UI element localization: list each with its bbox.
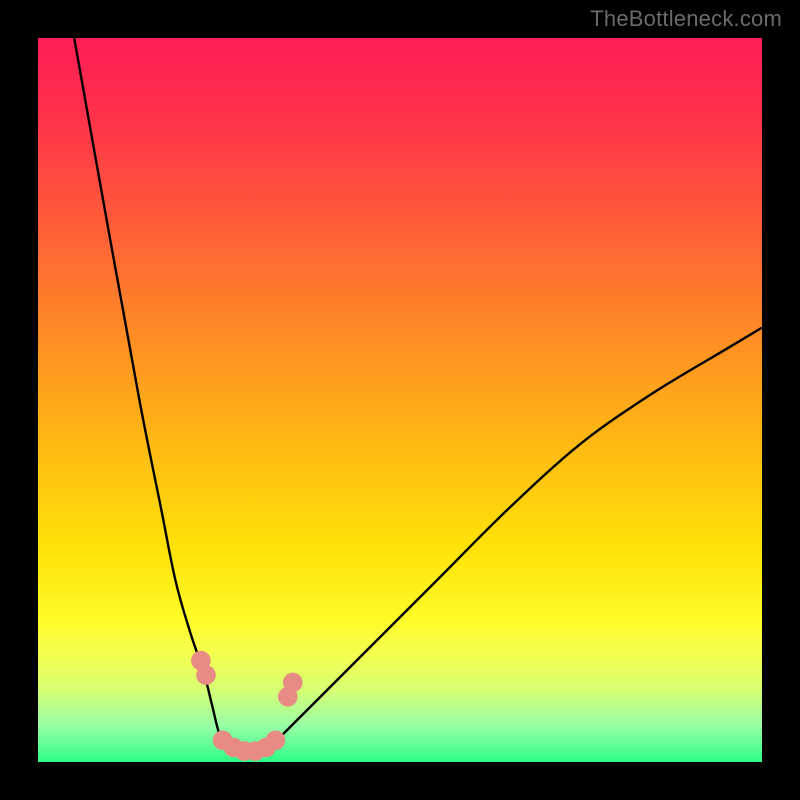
curve-marker bbox=[283, 673, 303, 693]
curve-marker bbox=[266, 731, 286, 751]
curve-marker bbox=[196, 665, 216, 685]
curve-path bbox=[74, 38, 762, 756]
bottleneck-curve bbox=[74, 38, 762, 756]
curve-markers bbox=[191, 651, 303, 761]
curve-layer bbox=[38, 38, 762, 762]
watermark-text: TheBottleneck.com bbox=[590, 6, 782, 32]
chart-container: TheBottleneck.com bbox=[0, 0, 800, 800]
plot-frame bbox=[38, 38, 762, 762]
